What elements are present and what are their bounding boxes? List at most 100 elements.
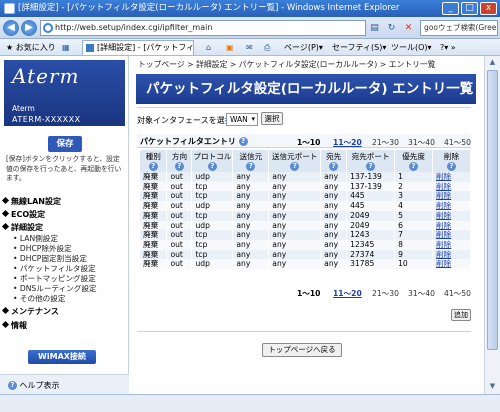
delete-link[interactable]: 削除	[432, 210, 471, 221]
table-cell: 1	[394, 172, 433, 182]
delete-link[interactable]: 削除	[432, 191, 471, 202]
print-icon[interactable]: ⎙	[264, 39, 270, 56]
back-to-top-button[interactable]: トップページへ戻る	[262, 343, 342, 357]
table-cell: out	[166, 210, 193, 221]
feeds-icon[interactable]: ▣	[226, 39, 234, 56]
pager-21-30: 21～30	[372, 138, 399, 147]
sub-item-other[interactable]: • その他の設定	[13, 293, 65, 304]
help-icon[interactable]: ?	[246, 162, 256, 171]
help-icon[interactable]: ?	[409, 162, 419, 171]
column-header-label: 宛先	[326, 152, 342, 161]
table-cell: 445	[346, 201, 396, 211]
table-cell: out	[166, 191, 193, 202]
table-cell: any	[320, 220, 348, 231]
pager-11-20[interactable]: 11～20	[333, 137, 362, 148]
back-button[interactable]: ◀	[3, 20, 19, 36]
table-row: 廃棄 out udp any any any 137-139 1 削除	[140, 172, 471, 182]
table-cell: 5	[394, 210, 433, 221]
scroll-down-icon[interactable]: ▼	[487, 381, 498, 392]
pager-41-50: 41～50	[444, 138, 471, 147]
wimax-connect-button[interactable]: WiMAX接続	[28, 350, 96, 364]
delete-link[interactable]: 削除	[432, 181, 471, 192]
delete-link[interactable]: 削除	[432, 201, 471, 211]
table-cell: any	[232, 239, 270, 250]
help-icon[interactable]: ?	[366, 162, 376, 171]
help-link[interactable]: ? ヘルプ表示	[8, 380, 60, 391]
table-cell: any	[320, 259, 348, 270]
table-cell: 廃棄	[140, 230, 168, 240]
close-button[interactable]: x	[480, 2, 497, 15]
address-input[interactable]: http://web.setup/index.cgi/ipfilter_main	[40, 20, 366, 36]
menu-maintenance[interactable]: メンテナンス	[1, 306, 59, 317]
delete-link[interactable]: 削除	[432, 172, 471, 182]
delete-link[interactable]: 削除	[432, 230, 471, 240]
menu-info[interactable]: 情報	[1, 320, 27, 331]
forward-button[interactable]: ▶	[21, 20, 37, 36]
select-button[interactable]: 選択	[261, 112, 283, 125]
aterm-logo-panel: Aterm Aterm ATERM-XXXXXX	[4, 60, 125, 126]
compat-view-icon[interactable]: ▤	[368, 20, 381, 36]
pager-bottom-11-20[interactable]: 11～20	[333, 288, 362, 299]
menu-eco[interactable]: ECO設定	[1, 209, 45, 220]
stop-icon[interactable]: ✕	[402, 20, 415, 36]
table-cell: any	[232, 210, 270, 221]
search-input[interactable]: gooウェブ検索(Green Label)	[420, 20, 498, 36]
help-icon[interactable]: ?	[329, 162, 339, 171]
home-icon[interactable]: ⌂	[206, 39, 211, 56]
table-cell: any	[232, 230, 270, 240]
table-cell: out	[166, 172, 193, 182]
tools-menu[interactable]: ツール(O)▾	[391, 39, 432, 56]
table-cell: 廃棄	[140, 249, 168, 260]
filter-table: 種別? 方向? プロトコル? 送信元? 送信元ポート? 宛先? 宛先ポート? 優先度? 削除? …	[140, 150, 471, 270]
delete-link[interactable]: 削除	[432, 220, 471, 231]
delete-link[interactable]: 削除	[432, 249, 471, 260]
page-menu[interactable]: ページ(P)▾	[284, 39, 323, 56]
menu-detail[interactable]: 詳細設定	[1, 222, 43, 233]
help-icon[interactable]: ?	[290, 162, 300, 171]
table-row: 廃棄 out tcp any any any 1243 7 削除	[140, 230, 471, 240]
add-entry-button[interactable]: 追加	[451, 309, 471, 321]
menu-wireless-lan[interactable]: 無線LAN設定	[1, 196, 61, 207]
safety-menu[interactable]: セーフティ(S)▾	[332, 39, 386, 56]
table-cell: udp	[191, 172, 234, 182]
scroll-up-icon[interactable]: ▲	[487, 57, 498, 68]
table-cell: 9	[394, 249, 433, 260]
help-icon[interactable]: ?	[148, 162, 158, 171]
refresh-icon[interactable]: ↻	[385, 20, 398, 36]
table-cell: 廃棄	[140, 239, 168, 250]
status-bar	[0, 394, 500, 412]
help-icon[interactable]: ?	[447, 162, 456, 171]
table-header-row: 種別? 方向? プロトコル? 送信元? 送信元ポート? 宛先? 宛先ポート? 優先度? 削除?	[140, 150, 471, 172]
table-cell: 廃棄	[140, 201, 168, 211]
minimize-button[interactable]: _	[442, 2, 459, 15]
delete-link[interactable]: 削除	[432, 259, 471, 270]
vertical-scrollbar[interactable]: ▲ ▼	[484, 56, 500, 394]
mail-icon[interactable]: ✉	[246, 39, 253, 56]
table-cell: any	[268, 201, 322, 211]
breadcrumb: トップページ > 詳細設定 > パケットフィルタ設定(ローカルルータ) > エン…	[138, 60, 436, 69]
favorites-bar: ★ お気に入り ▦ ⌂ ▣ ✉ ⎙ ページ(P)▾ セーフティ(S)▾ ツール(…	[0, 39, 500, 56]
favorites-button[interactable]: ★ お気に入り	[6, 39, 56, 56]
browser-tab[interactable]: [詳細設定] - [パケットフィルタ...	[82, 40, 194, 55]
table-cell: 4	[394, 201, 433, 211]
help-icon[interactable]: ?	[174, 162, 184, 171]
help-icon[interactable]: ?	[207, 162, 217, 171]
help-menu[interactable]: ?▾ »	[440, 39, 456, 56]
interface-select[interactable]: WAN	[226, 113, 258, 126]
table-cell: any	[268, 239, 322, 250]
table-cell: any	[320, 230, 348, 240]
table-cell: tcp	[191, 181, 234, 192]
favorites-grid-icon[interactable]: ▦	[62, 39, 70, 56]
save-button[interactable]: 保存	[48, 136, 82, 152]
divider	[137, 331, 471, 332]
maximize-button[interactable]: □	[461, 2, 478, 15]
table-cell: any	[320, 172, 348, 182]
table-cell: out	[166, 239, 193, 250]
scroll-thumb[interactable]	[487, 70, 498, 350]
table-cell: any	[268, 249, 322, 260]
column-header: 種別?	[140, 150, 168, 172]
help-icon[interactable]: ?	[238, 137, 248, 146]
delete-link[interactable]: 削除	[432, 239, 471, 250]
table-cell: any	[268, 259, 322, 270]
column-header-label: 優先度	[402, 152, 425, 161]
